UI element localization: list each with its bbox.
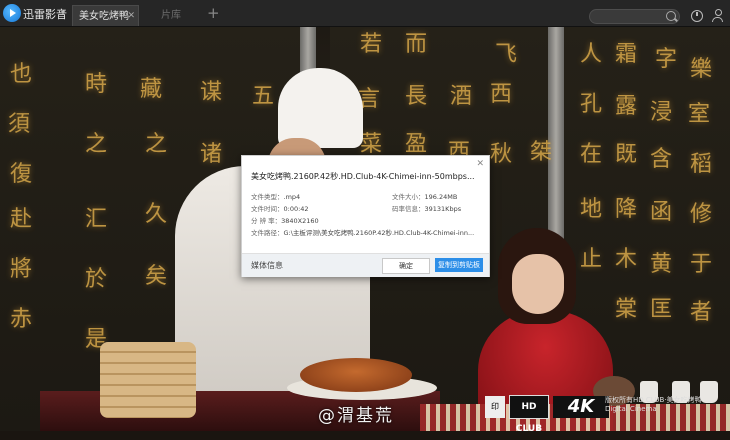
- bitrate-value: 39131Kbps: [424, 205, 462, 213]
- woman-face: [512, 254, 564, 314]
- close-icon[interactable]: ✕: [476, 159, 484, 169]
- tab-close-icon[interactable]: ✕: [127, 6, 135, 27]
- tab-label: 美女吃烤鸭.2160P.42秒.HD.Club-4K-Chimei-inn-50…: [79, 11, 129, 22]
- file-path-value: G:\主板评测\美女吃烤鸭.2160P.42秒.HD.Club-4K-Chime…: [283, 229, 475, 237]
- file-size-value: 196.24MB: [424, 193, 458, 201]
- search-icon[interactable]: [666, 11, 676, 21]
- resolution-value: 3840X2160: [281, 217, 319, 225]
- app-logo-icon[interactable]: [3, 4, 21, 22]
- media-info-dialog: ✕ 美女吃烤鸭.2160P.42秒.HD.Club-4K-Chimei-inn-…: [241, 155, 490, 277]
- roast-duck: [300, 358, 412, 392]
- logo-strip: 印 HD CLUB 4K: [485, 395, 609, 434]
- duration-value: 0:00:42: [283, 205, 309, 213]
- file-type-row: 文件类型：.mp4: [251, 193, 301, 201]
- ok-button[interactable]: 确定: [382, 258, 430, 274]
- resolution-row: 分 辨 率：3840X2160: [251, 217, 319, 225]
- copy-to-clipboard-button[interactable]: 复制到剪贴板: [435, 258, 483, 272]
- tab-library[interactable]: 片库: [140, 5, 202, 26]
- new-tab-plus-icon[interactable]: +: [207, 4, 220, 22]
- dialog-file-name: 美女吃烤鸭.2160P.42秒.HD.Club-4K-Chimei-inn-50…: [251, 172, 475, 181]
- watermark-text: @渭基荒: [318, 406, 394, 426]
- bamboo-steamer: [100, 342, 196, 418]
- hd-club-logo: HD CLUB: [509, 395, 549, 434]
- app-menu-dropdown-icon[interactable]: ▾: [61, 8, 65, 17]
- bitrate-row: 码率信息：39131Kbps: [392, 205, 462, 213]
- media-info-label: 媒体信息: [251, 261, 283, 270]
- duration-row: 文件时间：0:00:42: [251, 205, 309, 213]
- title-bar: 迅雷影音 ▾ 美女吃烤鸭.2160P.42秒.HD.Club-4K-Chimei…: [0, 0, 730, 27]
- file-type-value: .mp4: [283, 193, 301, 201]
- chef-hat: [278, 68, 363, 148]
- seal-logo: 印: [485, 396, 505, 418]
- tab-label: 片库: [161, 10, 181, 21]
- dialog-footer: 媒体信息 确定 复制到剪贴板: [242, 253, 489, 277]
- 4k-logo: 4K: [553, 396, 609, 418]
- history-clock-icon[interactable]: [691, 10, 703, 22]
- tab-now-playing[interactable]: 美女吃烤鸭.2160P.42秒.HD.Club-4K-Chimei-inn-50…: [72, 5, 139, 26]
- credits-text: 版权所有HD CLUB·美女吃烤鸭 Digital Cinema: [605, 396, 702, 413]
- user-icon[interactable]: [712, 9, 724, 22]
- file-path-row: 文件路径：G:\主板评测\美女吃烤鸭.2160P.42秒.HD.Club-4K-…: [251, 229, 475, 237]
- file-size-row: 文件大小：196.24MB: [392, 193, 458, 201]
